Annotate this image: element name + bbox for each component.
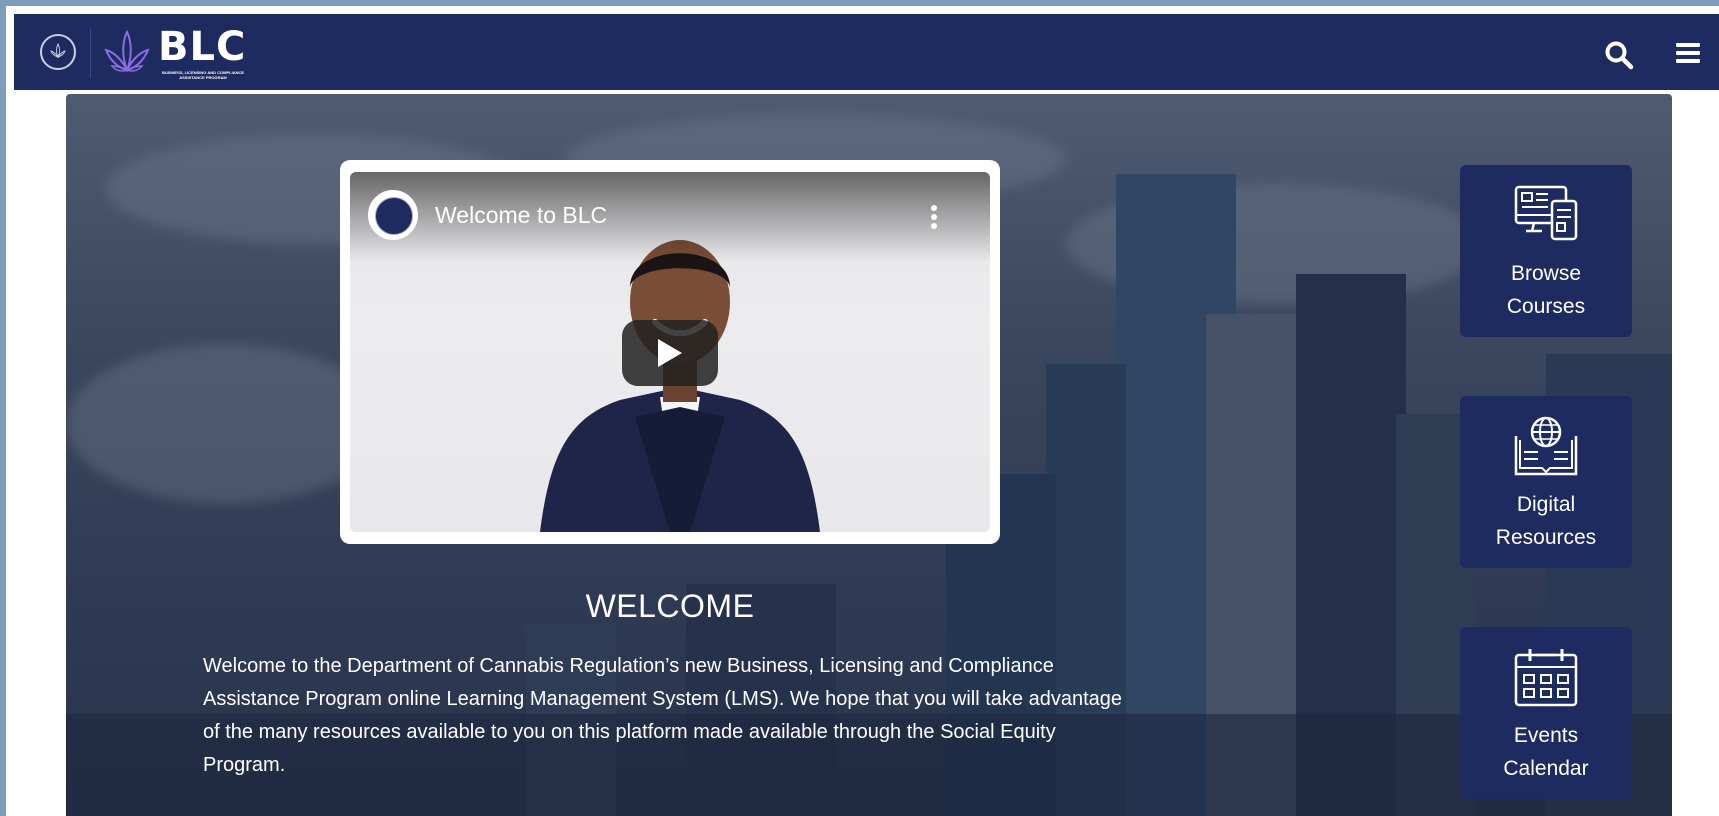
- tile-label-line2: Calendar: [1503, 757, 1589, 780]
- play-icon: [658, 339, 682, 367]
- calendar-icon: [1514, 649, 1578, 707]
- browse-courses-tile[interactable]: Browse Courses: [1460, 165, 1632, 337]
- tile-label-line1: Digital: [1516, 493, 1576, 516]
- tile-label: Events Calendar: [1460, 719, 1632, 785]
- welcome-heading: WELCOME: [585, 588, 755, 624]
- computer-devices-icon: [1514, 185, 1578, 241]
- top-navigation-bar: BLC Business, Licensing and Compliance A…: [14, 14, 1719, 90]
- video-card: Welcome to BLC: [340, 160, 1000, 544]
- video-player[interactable]: Welcome to BLC: [350, 172, 990, 532]
- browser-viewport: BLC Business, Licensing and Compliance A…: [6, 6, 1719, 816]
- menu-button[interactable]: [1674, 40, 1702, 71]
- tile-label-line1: Events: [1513, 724, 1579, 747]
- video-title[interactable]: Welcome to BLC: [435, 202, 607, 229]
- events-calendar-tile[interactable]: Events Calendar: [1460, 627, 1632, 799]
- brand-subtitle: Business, Licensing and Compliance Assis…: [161, 70, 245, 80]
- search-icon: [1605, 41, 1634, 70]
- channel-avatar[interactable]: [368, 190, 418, 240]
- digital-resources-tile[interactable]: Digital Resources: [1460, 396, 1632, 568]
- search-button[interactable]: [1604, 40, 1634, 75]
- tile-label-line1: Browse: [1510, 262, 1582, 285]
- tile-label: Digital Resources: [1460, 488, 1632, 554]
- hero-section: Welcome to BLC WELCOME Welcome to the De…: [66, 94, 1672, 816]
- brand-name[interactable]: BLC: [158, 24, 246, 70]
- menu-icon: [1676, 43, 1700, 63]
- city-seal-logo[interactable]: [40, 34, 76, 70]
- tile-label-line2: Courses: [1506, 295, 1586, 318]
- video-more-button[interactable]: [930, 204, 938, 235]
- more-vert-icon: [931, 205, 937, 229]
- logo-divider: [90, 28, 91, 78]
- channel-seal-icon: [375, 197, 413, 235]
- tile-label: Browse Courses: [1460, 257, 1632, 323]
- tile-label-line2: Resources: [1495, 526, 1597, 549]
- cannabis-leaf-logo[interactable]: [102, 28, 152, 78]
- play-button[interactable]: [622, 320, 718, 386]
- globe-book-icon: [1514, 416, 1578, 476]
- welcome-paragraph: Welcome to the Department of Cannabis Re…: [203, 655, 1123, 776]
